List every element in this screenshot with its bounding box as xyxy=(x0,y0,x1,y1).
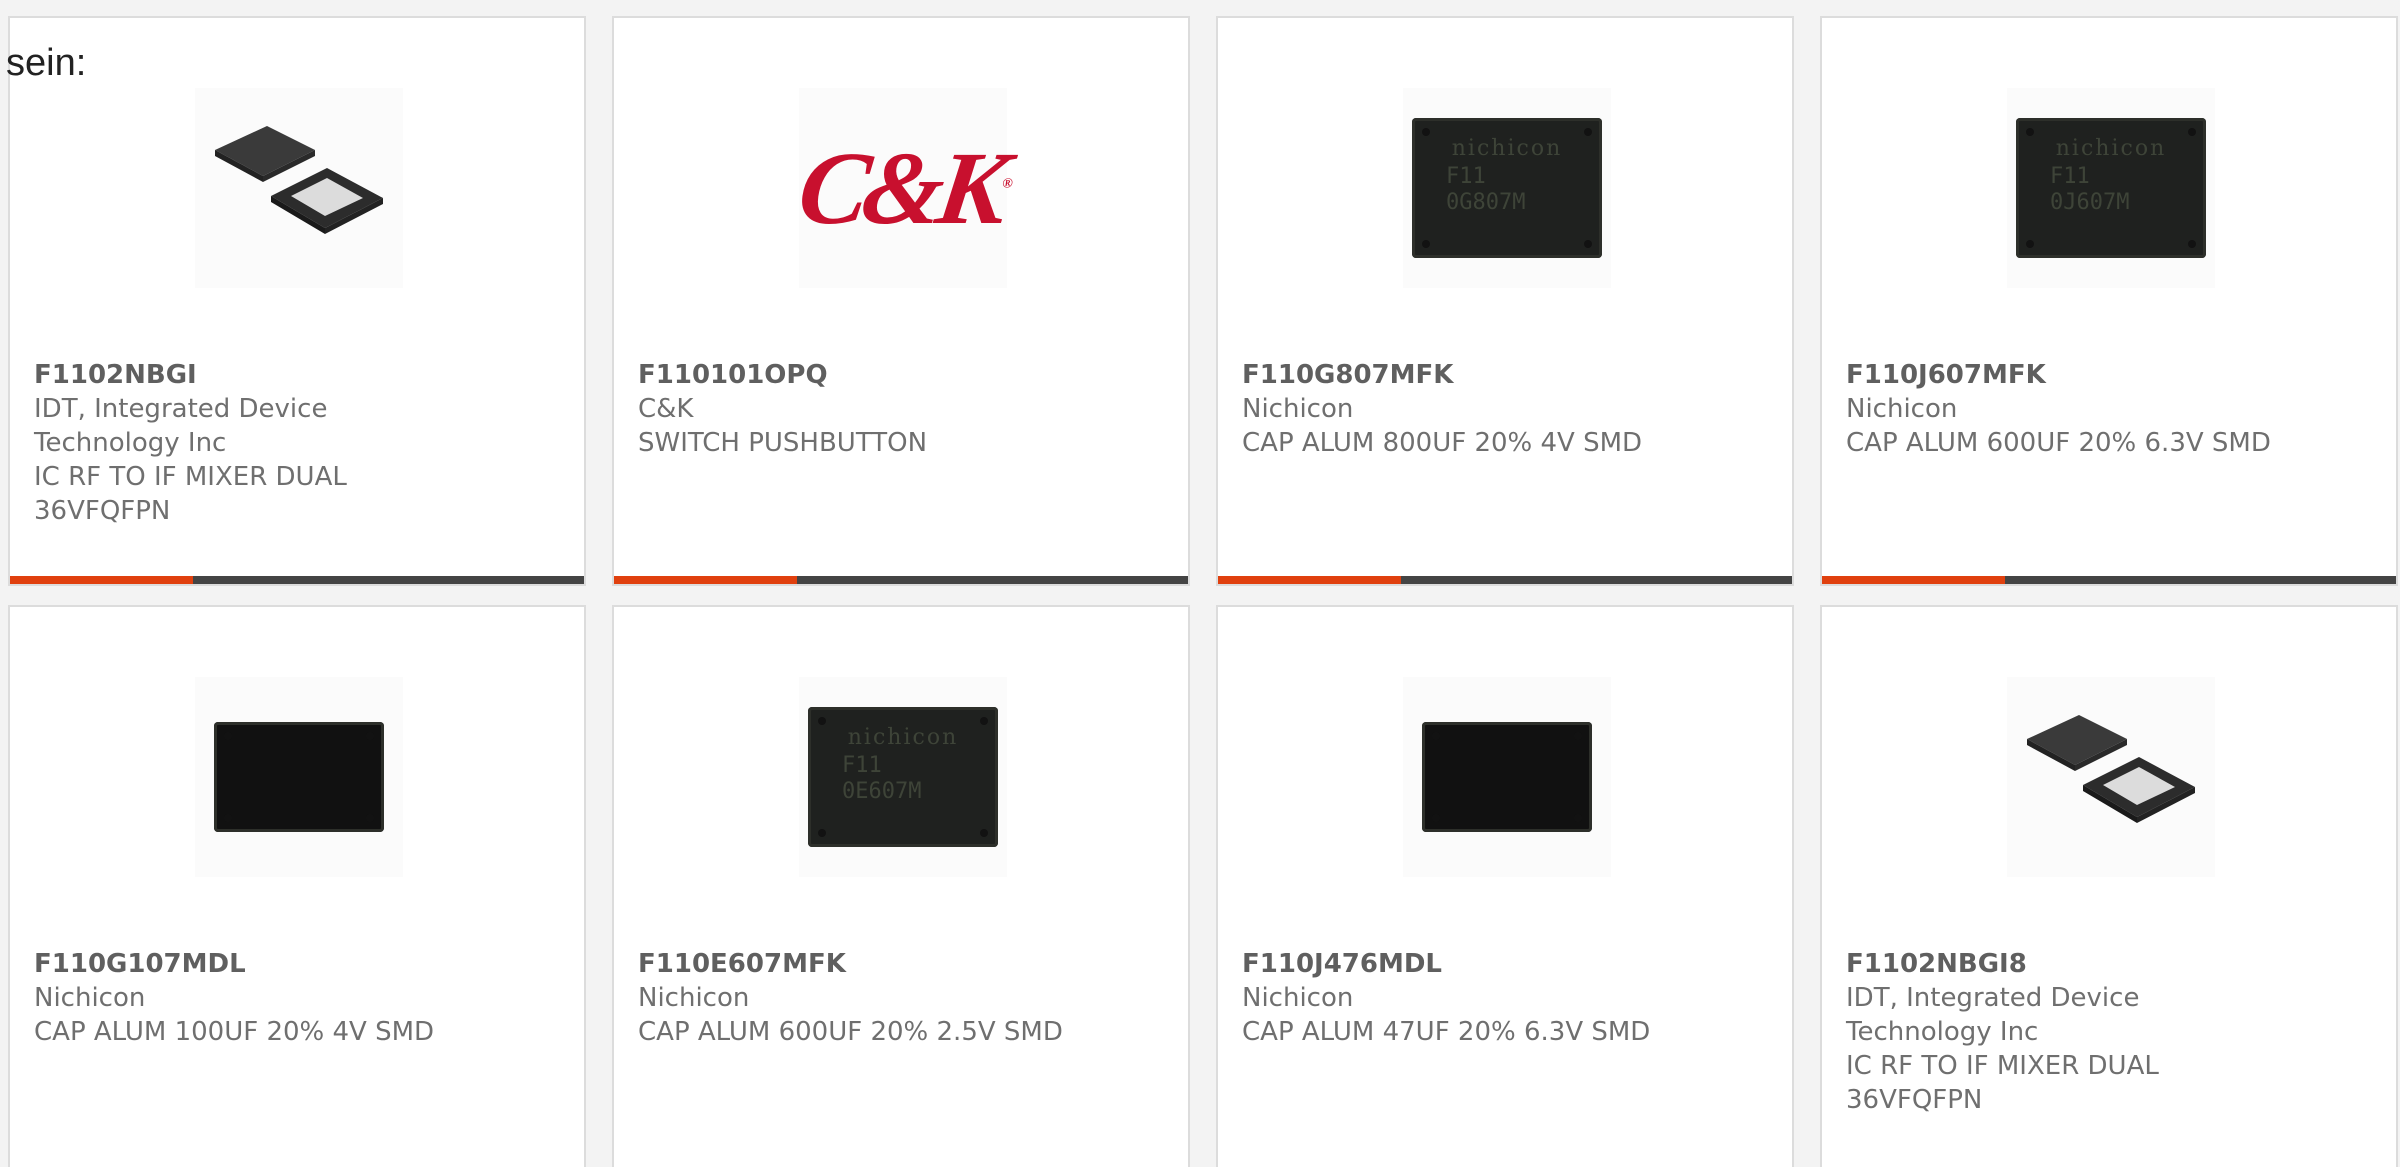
product-grid-page: sein: F1102NBGI IDT, Integrated Device T… xyxy=(0,0,2400,1167)
description: IC RF TO IF MIXER DUAL 36VFQFPN xyxy=(34,462,347,526)
description: CAP ALUM 600UF 20% 2.5V SMD xyxy=(638,1017,1063,1047)
product-info: F110J607MFK Nichicon CAP ALUM 600UF 20% … xyxy=(1846,358,2276,460)
capacitor-icon xyxy=(214,722,384,832)
capacitor-icon: nichicon F11 0G807M xyxy=(1412,118,1602,258)
description: IC RF TO IF MIXER DUAL 36VFQFPN xyxy=(1846,1051,2159,1115)
product-card[interactable]: nichicon F11 0E607M F110E607MFK Nichicon… xyxy=(612,605,1190,1167)
card-bar-accent xyxy=(1218,576,1401,584)
ck-logo-text: C&K xyxy=(791,130,1010,246)
product-image[interactable]: nichicon F11 0J607M xyxy=(2007,88,2215,288)
qfn-chip-icon xyxy=(215,126,383,234)
part-number-link[interactable]: F1102NBGI xyxy=(34,358,464,392)
cap-value-marking: F11 0G807M xyxy=(1446,164,1526,215)
description: SWITCH PUSHBUTTON xyxy=(638,428,928,458)
product-image[interactable]: nichicon F11 0G807M xyxy=(1403,88,1611,288)
product-card[interactable]: F1102NBGI IDT, Integrated Device Technol… xyxy=(8,16,586,586)
description: CAP ALUM 47UF 20% 6.3V SMD xyxy=(1242,1017,1651,1047)
part-number-link[interactable]: F110E607MFK xyxy=(638,947,1068,981)
product-card[interactable]: nichicon F11 0J607M F110J607MFK Nichicon… xyxy=(1820,16,2398,586)
part-number-link[interactable]: F1102NBGI8 xyxy=(1846,947,2276,981)
product-info: F110J476MDL Nichicon CAP ALUM 47UF 20% 6… xyxy=(1242,947,1672,1049)
product-card[interactable]: C&K® F110101OPQ C&K SWITCH PUSHBUTTON xyxy=(612,16,1190,586)
manufacturer: Nichicon xyxy=(34,983,146,1013)
capacitor-icon: nichicon F11 0E607M xyxy=(808,707,998,847)
description: CAP ALUM 600UF 20% 6.3V SMD xyxy=(1846,428,2271,458)
capacitor-icon xyxy=(1422,722,1592,832)
cap-value-marking: F11 0E607M xyxy=(842,753,922,804)
card-bar-accent xyxy=(10,576,193,584)
product-info: F110E607MFK Nichicon CAP ALUM 600UF 20% … xyxy=(638,947,1068,1049)
part-number-link[interactable]: F110G107MDL xyxy=(34,947,464,981)
product-info: F1102NBGI8 IDT, Integrated Device Techno… xyxy=(1846,947,2276,1117)
card-bar xyxy=(1822,576,2396,584)
cap-brand-marking: nichicon xyxy=(847,725,959,750)
card-bar xyxy=(1218,576,1792,584)
product-card[interactable]: F110J476MDL Nichicon CAP ALUM 47UF 20% 6… xyxy=(1216,605,1794,1167)
product-image[interactable] xyxy=(195,677,403,877)
product-image[interactable] xyxy=(2007,677,2215,877)
cap-value-marking: F11 0J607M xyxy=(2050,164,2130,215)
manufacturer: IDT, Integrated Device Technology Inc xyxy=(1846,983,2140,1047)
ck-logo: C&K® xyxy=(791,130,1010,246)
product-info: F110101OPQ C&K SWITCH PUSHBUTTON xyxy=(638,358,1068,460)
card-bar-accent xyxy=(614,576,797,584)
description: CAP ALUM 100UF 20% 4V SMD xyxy=(34,1017,435,1047)
cap-brand-marking: nichicon xyxy=(1451,136,1563,161)
product-card[interactable]: nichicon F11 0G807M F110G807MFK Nichicon… xyxy=(1216,16,1794,586)
manufacturer: Nichicon xyxy=(1242,394,1354,424)
card-bar xyxy=(10,576,584,584)
product-info: F110G807MFK Nichicon CAP ALUM 800UF 20% … xyxy=(1242,358,1672,460)
part-number-link[interactable]: F110J476MDL xyxy=(1242,947,1672,981)
product-image[interactable] xyxy=(1403,677,1611,877)
description: CAP ALUM 800UF 20% 4V SMD xyxy=(1242,428,1643,458)
part-number-link[interactable]: F110G807MFK xyxy=(1242,358,1672,392)
qfn-chip-icon xyxy=(2027,715,2195,823)
product-image[interactable] xyxy=(195,88,403,288)
manufacturer: C&K xyxy=(638,394,694,424)
cap-brand-marking: nichicon xyxy=(2055,136,2167,161)
intro-text: sein: xyxy=(6,42,87,84)
card-bar-accent xyxy=(1822,576,2005,584)
card-bar xyxy=(614,576,1188,584)
product-image[interactable]: nichicon F11 0E607M xyxy=(799,677,1007,877)
manufacturer: IDT, Integrated Device Technology Inc xyxy=(34,394,328,458)
part-number-link[interactable]: F110J607MFK xyxy=(1846,358,2276,392)
product-image[interactable]: C&K® xyxy=(792,88,1010,288)
manufacturer: Nichicon xyxy=(1846,394,1958,424)
product-card[interactable]: F1102NBGI8 IDT, Integrated Device Techno… xyxy=(1820,605,2398,1167)
product-card[interactable]: F110G107MDL Nichicon CAP ALUM 100UF 20% … xyxy=(8,605,586,1167)
capacitor-icon: nichicon F11 0J607M xyxy=(2016,118,2206,258)
manufacturer: Nichicon xyxy=(638,983,750,1013)
part-number-link[interactable]: F110101OPQ xyxy=(638,358,1068,392)
product-info: F110G107MDL Nichicon CAP ALUM 100UF 20% … xyxy=(34,947,464,1049)
product-info: F1102NBGI IDT, Integrated Device Technol… xyxy=(34,358,464,528)
manufacturer: Nichicon xyxy=(1242,983,1354,1013)
